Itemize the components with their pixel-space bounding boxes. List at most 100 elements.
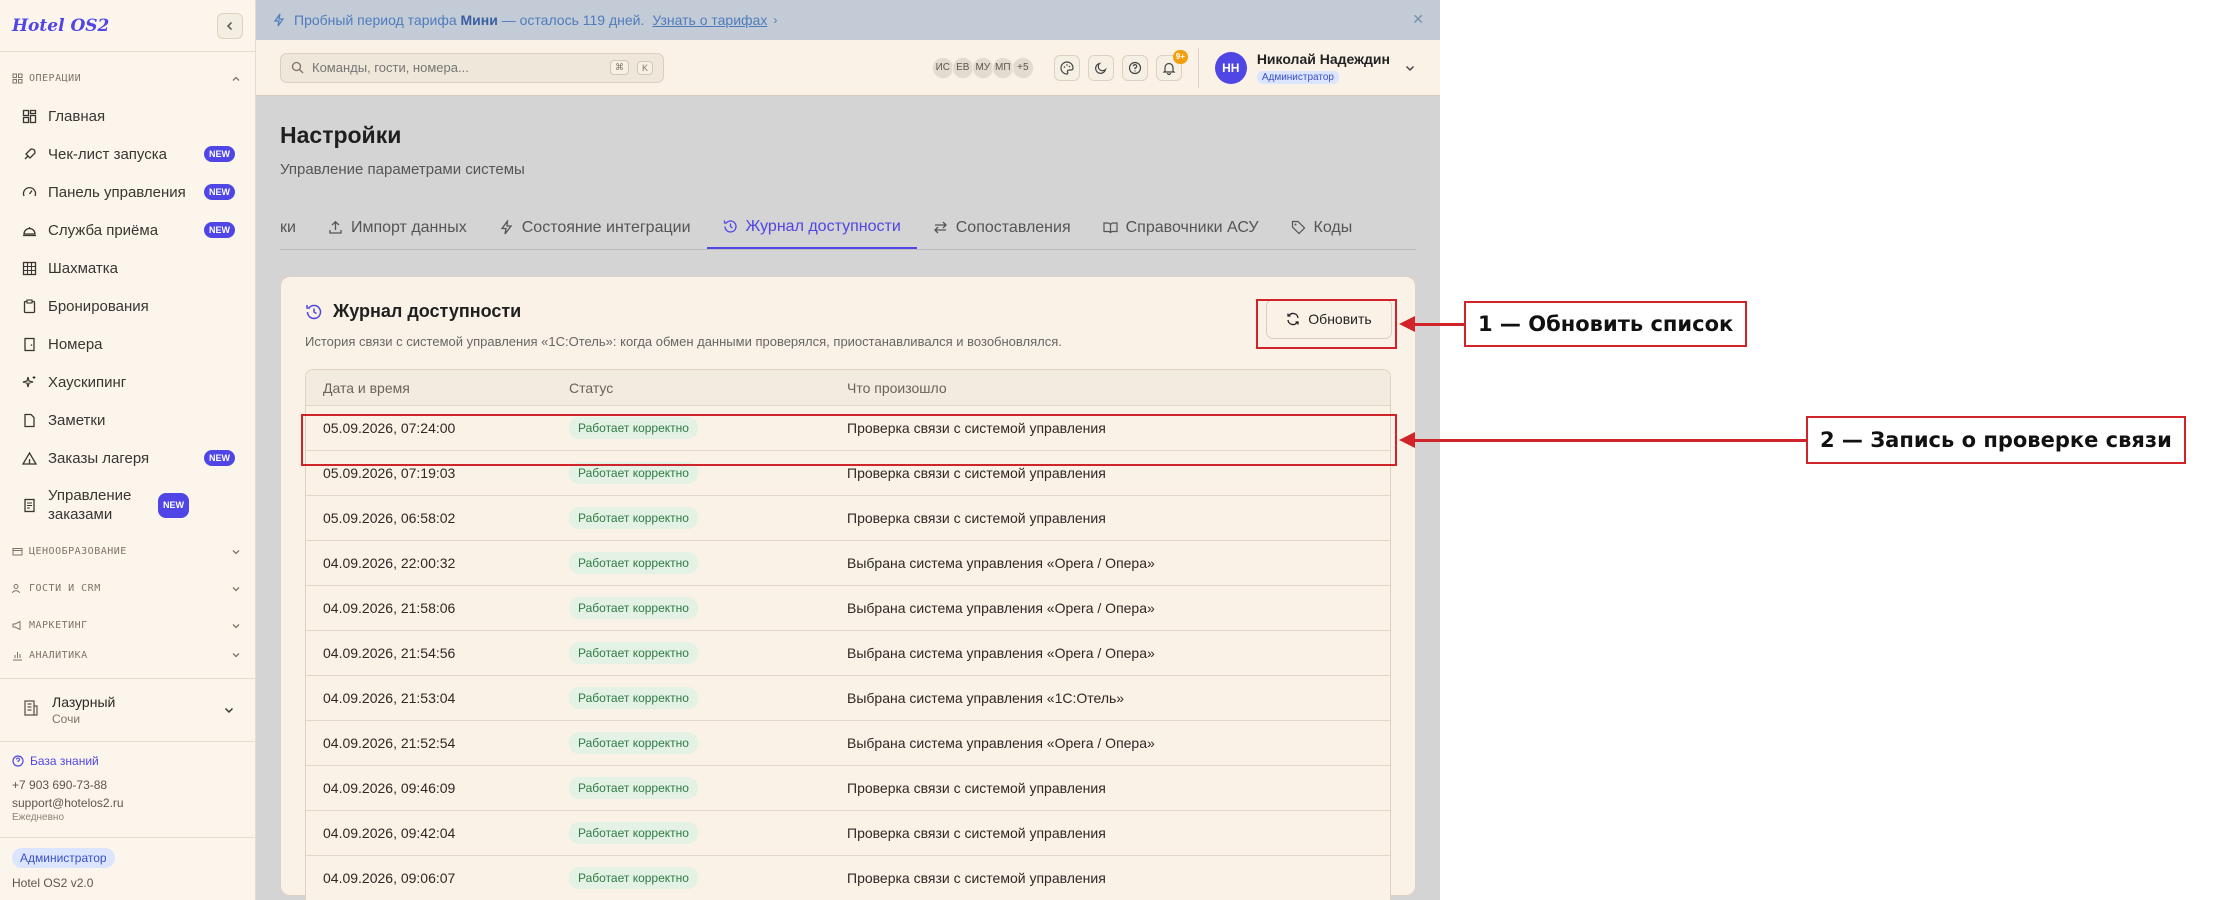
hotel-switcher[interactable]: Лазурный Сочи: [0, 678, 255, 742]
sidebar-item-front-desk[interactable]: Служба приёма NEW: [0, 211, 255, 249]
sidebar-item-launch-checklist[interactable]: Чек-лист запуска NEW: [0, 135, 255, 173]
chevron-down-icon: [232, 549, 240, 554]
zap-icon: [273, 13, 285, 27]
tab-reference-books[interactable]: Справочники АСУ: [1087, 206, 1275, 249]
help-button[interactable]: [1121, 54, 1148, 81]
table-row[interactable]: 04.09.2026, 09:46:09 Работает корректно Пр…: [306, 766, 1390, 811]
theme-palette-button[interactable]: [1053, 54, 1080, 81]
availability-log-card: Журнал доступности История связи с систе…: [280, 276, 1416, 900]
tab-label: Справочники АСУ: [1125, 218, 1259, 236]
avatar[interactable]: ИС: [931, 56, 954, 79]
status-badge: Работает корректно: [569, 507, 698, 529]
refresh-icon: [1287, 312, 1299, 326]
sidebar-item-rooms[interactable]: Номера: [0, 325, 255, 363]
tab-codes[interactable]: Коды: [1275, 206, 1369, 249]
arrow-1-line: [1412, 323, 1464, 326]
notification-count-badge: 9+: [1172, 49, 1188, 64]
sidebar-item-chessboard[interactable]: Шахматка: [0, 249, 255, 287]
table-row[interactable]: 04.09.2026, 22:00:32 Работает корректно Вы…: [306, 541, 1390, 586]
tab-label: Импорт данных: [350, 218, 467, 236]
knowledge-base-link[interactable]: База знаний: [12, 754, 243, 768]
avatar[interactable]: МУ: [971, 56, 994, 79]
sidebar-item-notes[interactable]: Заметки: [0, 401, 255, 439]
search-icon: [291, 61, 304, 74]
help-circle-icon: [12, 755, 24, 767]
pricing-link[interactable]: Узнать о тарифах: [652, 12, 767, 28]
app-logo[interactable]: Hotel OS2: [12, 16, 109, 36]
row-event: Проверка связи с системой управления: [847, 780, 1106, 796]
tab-mappings[interactable]: Сопоставления: [917, 206, 1087, 249]
chevron-down-icon: [232, 653, 240, 658]
chevron-down-icon: [232, 586, 240, 591]
column-header-datetime[interactable]: Дата и время: [306, 380, 569, 396]
new-badge: NEW: [204, 450, 235, 466]
sidebar-item-order-management[interactable]: Управление заказами NEW: [0, 477, 255, 533]
card-description: История связи с системой управления «1С:…: [305, 334, 1062, 349]
moon-icon: [1094, 61, 1107, 74]
sidebar-section-analytics[interactable]: АНАЛИТИКА: [0, 644, 255, 666]
banner-close-icon[interactable]: ✕: [1412, 11, 1424, 28]
history-icon: [723, 220, 737, 233]
row-event: Выбрана система управления «Opera / Опер…: [847, 645, 1155, 661]
notifications-button[interactable]: 9+: [1155, 49, 1188, 81]
tab-availability-log[interactable]: Журнал доступности: [706, 206, 917, 249]
table-row[interactable]: 04.09.2026, 21:58:06 Работает корректно Вы…: [306, 586, 1390, 631]
sidebar-item-camp-orders[interactable]: Заказы лагеря NEW: [0, 439, 255, 477]
row-status-cell: Работает корректно: [569, 462, 847, 484]
table-row[interactable]: 05.09.2026, 07:24:00 Работает корректно Пр…: [306, 406, 1390, 451]
row-status-cell: Работает корректно: [569, 822, 847, 844]
online-users[interactable]: ИС ЕВ МУ МП +5: [931, 56, 1034, 79]
app-version: Hotel OS2 v2.0: [12, 876, 94, 890]
column-header-event[interactable]: Что произошло: [847, 380, 1390, 396]
new-badge: NEW: [204, 146, 235, 162]
sidebar-item-label: Заказы лагеря: [48, 449, 150, 467]
tab-label: Журнал доступности: [745, 217, 901, 235]
sidebar-item-label: Шахматка: [48, 259, 119, 277]
table-row[interactable]: 05.09.2026, 07:19:03 Работает корректно Пр…: [306, 451, 1390, 496]
support-block: База знаний +7 903 690-73-88 support@hot…: [0, 742, 255, 838]
table-row[interactable]: 04.09.2026, 09:42:04 Работает корректно Пр…: [306, 811, 1390, 856]
sidebar-nav: ОПЕРАЦИИ Главная Чек-лист запуска NEW Па…: [0, 52, 255, 678]
sidebar-section-marketing[interactable]: МАРКЕТИНГ: [0, 607, 255, 644]
column-header-status[interactable]: Статус: [569, 380, 847, 396]
table-row[interactable]: 04.09.2026, 09:06:07 Работает корректно Пр…: [306, 856, 1390, 900]
sidebar-section-operations[interactable]: ОПЕРАЦИИ: [0, 60, 255, 97]
arrow-2-line: [1412, 439, 1806, 442]
avatar[interactable]: МП: [991, 56, 1014, 79]
table-row[interactable]: 04.09.2026, 21:54:56 Работает корректно Вы…: [306, 631, 1390, 676]
tab-integration-status[interactable]: Состояние интеграции: [483, 206, 707, 249]
status-badge: Работает корректно: [569, 732, 698, 754]
refresh-label: Обновить: [1308, 311, 1372, 327]
sidebar-item-housekeeping[interactable]: Хаускипинг: [0, 363, 255, 401]
user-menu[interactable]: НН Николай Надеждин Администратор: [1197, 47, 1416, 88]
refresh-button[interactable]: Обновить: [1266, 299, 1392, 339]
table-row[interactable]: 04.09.2026, 21:52:54 Работает корректно Вы…: [306, 721, 1390, 766]
dark-mode-button[interactable]: [1087, 54, 1114, 81]
availability-log-table: Дата и время Статус Что произошло 05.09.…: [305, 369, 1391, 900]
command-search[interactable]: ⌘ K: [280, 52, 664, 83]
card-header: Журнал доступности: [305, 301, 1391, 322]
row-event: Выбрана система управления «Opera / Опер…: [847, 555, 1155, 571]
search-input[interactable]: [312, 60, 602, 75]
row-event: Выбрана система управления «1С:Отель»: [847, 690, 1125, 706]
avatar-overflow[interactable]: +5: [1011, 56, 1034, 79]
row-status-cell: Работает корректно: [569, 552, 847, 574]
status-badge: Работает корректно: [569, 552, 698, 574]
table-row[interactable]: 04.09.2026, 21:53:04 Работает корректно Вы…: [306, 676, 1390, 721]
row-event: Проверка связи с системой управления: [847, 510, 1106, 526]
receipt-icon: [20, 496, 38, 514]
sidebar-collapse-button[interactable]: [217, 12, 243, 39]
row-status-cell: Работает корректно: [569, 777, 847, 799]
sidebar-item-home[interactable]: Главная: [0, 97, 255, 135]
avatar[interactable]: ЕВ: [951, 56, 974, 79]
sidebar-item-control-panel[interactable]: Панель управления NEW: [0, 173, 255, 211]
row-event: Проверка связи с системой управления: [847, 465, 1106, 481]
sidebar-section-pricing[interactable]: ЦЕНООБРАЗОВАНИЕ: [0, 533, 255, 570]
tab-data-import[interactable]: Импорт данных: [312, 206, 483, 249]
building-icon: [22, 699, 40, 722]
table-row[interactable]: 05.09.2026, 06:58:02 Работает корректно Пр…: [306, 496, 1390, 541]
sidebar-section-guests-crm[interactable]: ГОСТИ И CRM: [0, 570, 255, 607]
sidebar-item-bookings[interactable]: Бронирования: [0, 287, 255, 325]
row-datetime: 04.09.2026, 21:54:56: [323, 645, 456, 661]
tab-partial[interactable]: ки: [280, 206, 312, 249]
